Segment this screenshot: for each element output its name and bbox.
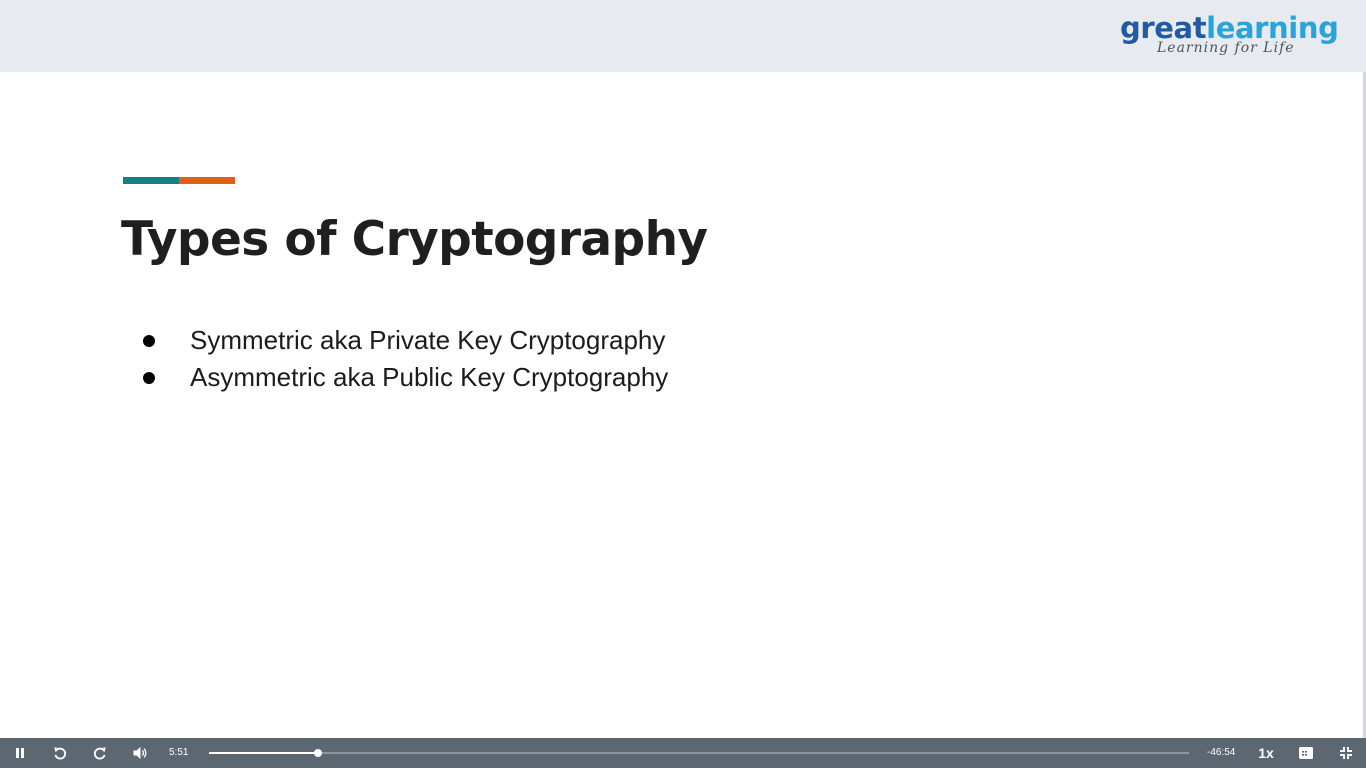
forward-icon [93,747,106,760]
seek-progress [209,752,318,754]
pause-icon [16,748,24,758]
volume-button[interactable] [128,738,152,768]
seek-handle[interactable] [313,749,322,757]
bullet-dot-icon [143,372,155,384]
rewind-button[interactable] [48,738,72,768]
slide-title: Types of Cryptography [121,212,708,267]
volume-icon [133,747,147,759]
player-control-bar: 5:51 -46:54 1x [0,738,1366,768]
elapsed-time: 5:51 [169,747,189,758]
remaining-time: -46:54 [1207,747,1236,758]
bullet-text: Symmetric aka Private Key Cryptography [190,325,666,355]
playback-speed-button[interactable]: 1x [1254,738,1278,768]
rewind-icon [54,747,67,760]
accent-teal-segment [123,177,179,184]
slide: greatlearning Learning for Life Types of… [0,0,1366,738]
seek-bar[interactable] [209,748,1189,758]
accent-orange-segment [179,177,235,184]
logo-tagline: Learning for Life [1157,40,1295,56]
hd-button[interactable] [1294,738,1318,768]
video-player: greatlearning Learning for Life Types of… [0,0,1366,768]
pause-button[interactable] [8,738,32,768]
title-accent-bar [123,177,235,184]
forward-button[interactable] [88,738,112,768]
bullet-dot-icon [143,335,155,347]
greatlearning-logo: greatlearning Learning for Life [1120,10,1342,62]
bullet-text: Asymmetric aka Public Key Cryptography [190,362,669,392]
exit-fullscreen-button[interactable] [1334,738,1358,768]
hd-icon [1299,747,1313,759]
exit-fullscreen-icon [1340,747,1352,759]
seek-track [209,752,1189,754]
